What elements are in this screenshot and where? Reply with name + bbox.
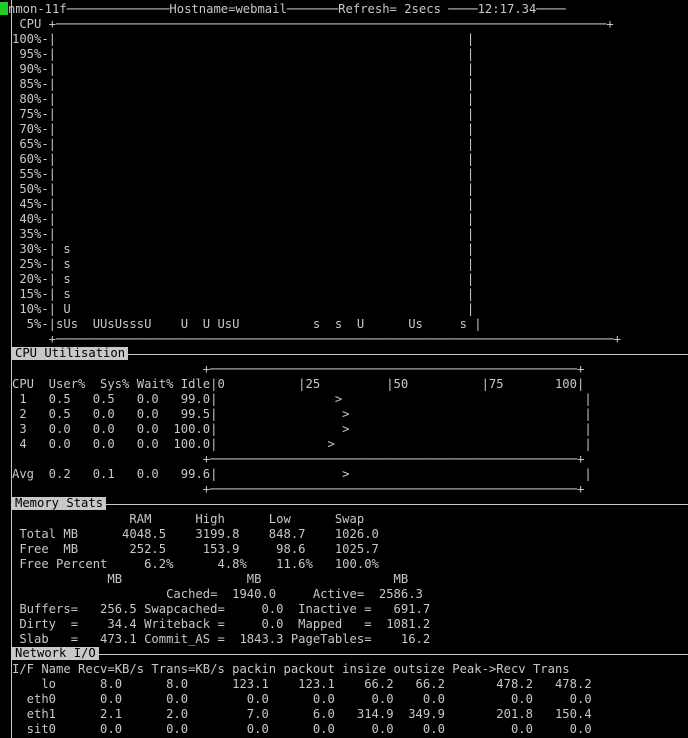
memory-units-row: MB MB MB [12, 572, 409, 586]
cpu-graph-row: 50%-| | [12, 182, 475, 196]
cpu-graph-row: 15%-| s | [12, 287, 475, 301]
cpu-graph-top-border: CPU +───────────────────────────────────… [12, 17, 614, 31]
memory-header-row: RAM High Low Swap [12, 512, 365, 526]
cpu-graph-row: 35%-| | [12, 227, 475, 241]
memory-free-row: Free MB 252.5 153.9 98.6 1025.7 [12, 542, 379, 556]
cpu-graph-row: 40%-| | [12, 212, 475, 226]
terminal-cursor [0, 2, 8, 15]
cpu-util-top-border: +───────────────────────────────────────… [12, 362, 585, 376]
cpu-util-avg-row: Avg 0.2 0.1 0.0 99.6| > | [12, 467, 592, 481]
cpu-graph-row: 90%-| | [12, 62, 475, 76]
cpu-graph-row: 30%-| s | [12, 242, 475, 256]
cpu-graph-row: 95%-| | [12, 47, 475, 61]
cpu-util-row-3: 3 0.0 0.0 0.0 100.0| > | [12, 422, 592, 436]
section-rule [12, 504, 688, 505]
cpu-util-row-2: 2 0.5 0.0 0.0 99.5| > | [12, 407, 592, 421]
memory-cached-row: Cached= 1940.0 Active= 2586.3 [12, 587, 423, 601]
title-bar: nmon-11f──────────────Hostname=webmail──… [8, 2, 566, 16]
cpu-graph-row: 65%-| | [12, 137, 475, 151]
cpu-graph-row: 85%-| | [12, 77, 475, 91]
memory-buffers-row: Buffers= 256.5 Swapcached= 0.0 Inactive … [12, 602, 431, 616]
cpu-utilisation-header: CPU Utilisation [0, 347, 688, 362]
memory-stats-header: Memory Stats [0, 497, 688, 512]
network-row-lo: lo 8.0 8.0 123.1 123.1 66.2 66.2 478.2 4… [12, 677, 592, 691]
section-label: CPU Utilisation [12, 347, 129, 360]
section-rule [12, 654, 688, 655]
cpu-util-row-1: 1 0.5 0.5 0.0 99.0| > | [12, 392, 592, 406]
network-column-headers: I/F Name Recv=KB/s Trans=KB/s packin pac… [12, 662, 570, 676]
memory-free-percent-row: Free Percent 6.2% 4.8% 11.6% 100.0% [12, 557, 379, 571]
section-label: Network I/O [12, 647, 99, 660]
cpu-graph-row: 100%-| | [12, 32, 475, 46]
cpu-graph-row: 75%-| | [12, 107, 475, 121]
cpu-graph-row: 80%-| | [12, 92, 475, 106]
memory-slab-row: Slab = 473.1 Commit_AS = 1843.3 PageTabl… [12, 632, 431, 646]
cpu-graph-row: 55%-| | [12, 167, 475, 181]
cpu-util-bottom-border: +───────────────────────────────────────… [12, 482, 585, 496]
cpu-graph-row: 20%-| s | [12, 272, 475, 286]
cpu-util-mid-border: +───────────────────────────────────────… [12, 452, 585, 466]
cpu-graph-row: 25%-| s | [12, 257, 475, 271]
network-row-sit0: sit0 0.0 0.0 0.0 0.0 0.0 0.0 0.0 0.0 [12, 722, 592, 736]
network-io-header: Network I/O [0, 647, 688, 662]
memory-total-row: Total MB 4048.5 3199.8 848.7 1026.0 [12, 527, 379, 541]
section-label: Memory Stats [12, 497, 107, 510]
cpu-graph-row: 45%-| | [12, 197, 475, 211]
memory-dirty-row: Dirty = 34.4 Writeback = 0.0 Mapped = 10… [12, 617, 431, 631]
cpu-util-column-headers: CPU User% Sys% Wait% Idle|0 |25 |50 |75 … [12, 377, 585, 391]
cpu-graph-row: 70%-| | [12, 122, 475, 136]
cpu-graph-row: 5%-|sUs UUsUsssU U U UsU s s U Us s | [12, 317, 482, 331]
cpu-graph-bottom-border: +───────────────────────────────────────… [12, 332, 622, 346]
network-row-eth0: eth0 0.0 0.0 0.0 0.0 0.0 0.0 0.0 0.0 [12, 692, 592, 706]
network-row-eth1: eth1 2.1 2.0 7.0 6.0 314.9 349.9 201.8 1… [12, 707, 592, 721]
cpu-util-row-4: 4 0.0 0.0 0.0 100.0| > | [12, 437, 592, 451]
cpu-graph-row: 60%-| | [12, 152, 475, 166]
cpu-graph-row: 10%-| U | [12, 302, 475, 316]
